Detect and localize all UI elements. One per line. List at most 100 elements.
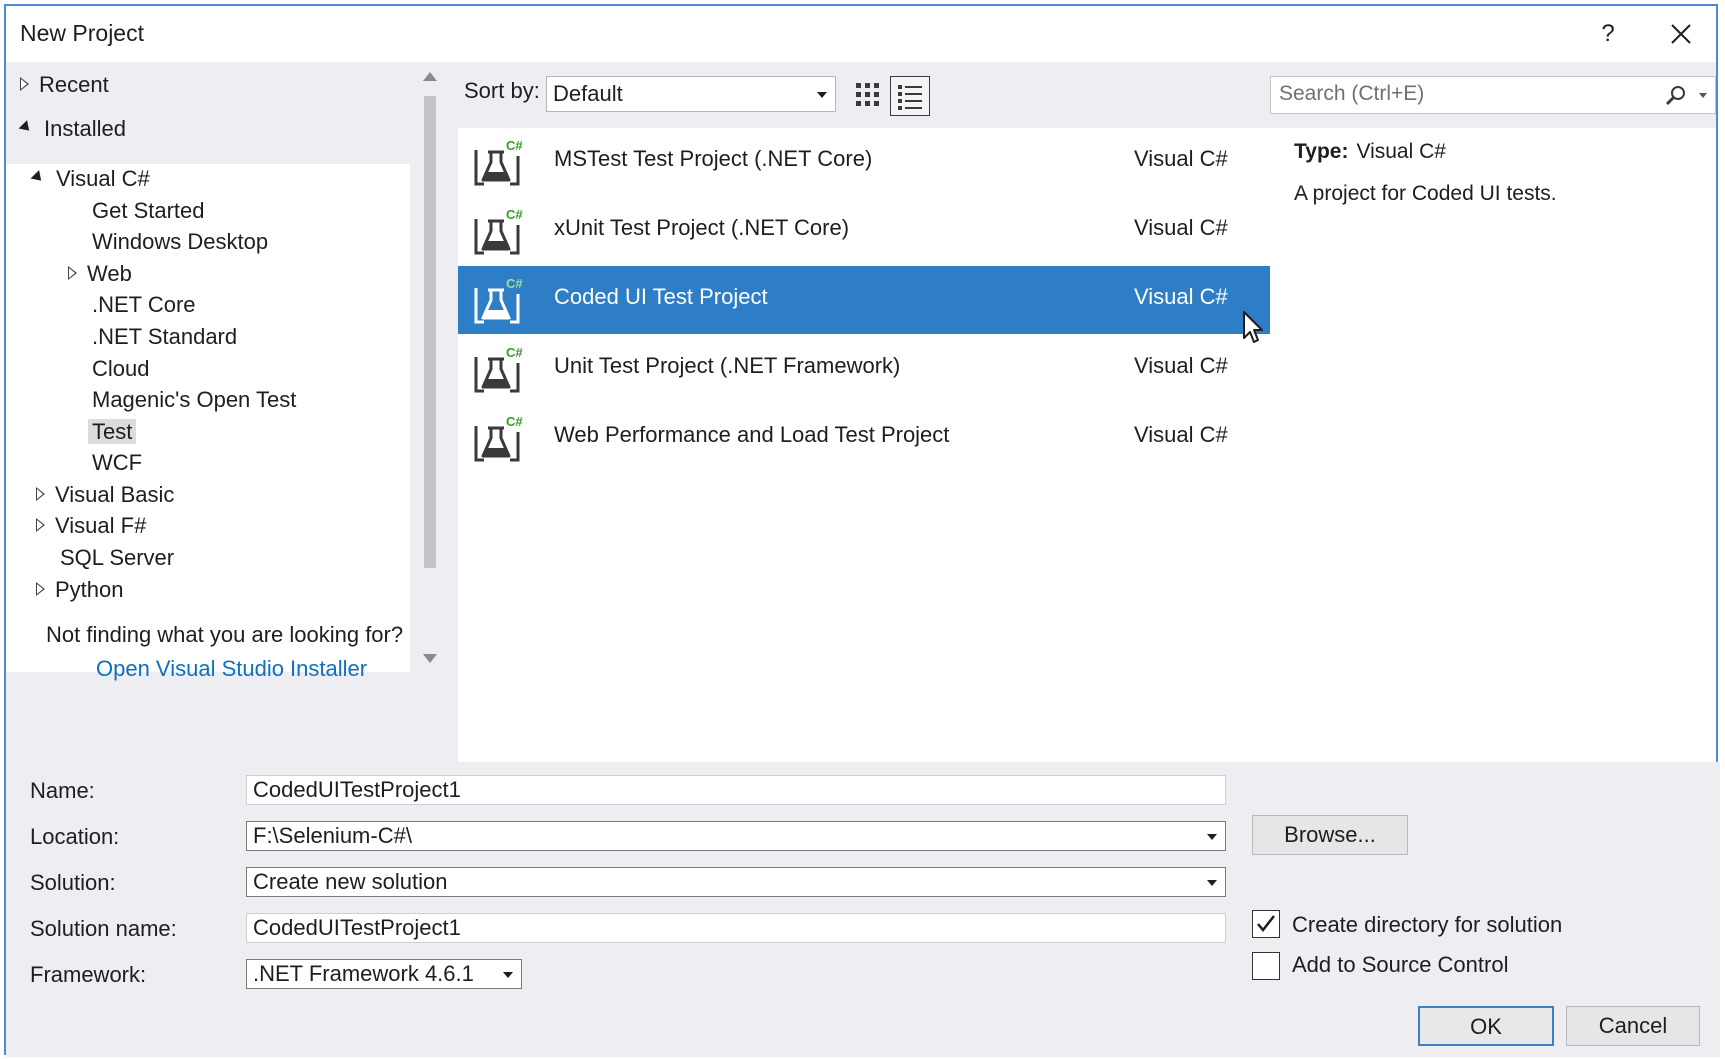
tree-item-label: Web [87,261,132,286]
new-project-dialog: New Project ? Recent Installed Visual C#… [4,4,1720,1057]
template-item[interactable]: C# Coded UI Test Project Visual C# [458,266,1270,334]
open-installer-link[interactable]: Open Visual Studio Installer [96,656,367,682]
search-icon [1665,86,1685,106]
tree-scrollbar[interactable] [418,62,442,672]
dropdown-arrow-icon[interactable] [1207,880,1217,886]
dropdown-arrow-icon[interactable] [503,972,513,978]
tree-item-installed[interactable]: Installed [18,114,126,144]
grid-view-button[interactable] [854,80,882,110]
not-finding-text: Not finding what you are looking for? [46,622,404,647]
tree-item-label: Visual C# [56,166,150,191]
tree-item-label: SQL Server [60,545,175,570]
ok-button[interactable]: OK [1418,1006,1554,1046]
search-placeholder: Search (Ctrl+E) [1279,82,1425,105]
search-options-arrow-icon[interactable] [1699,93,1707,98]
framework-dropdown[interactable]: .NET Framework 4.6.1 [246,959,522,989]
expand-arrow-icon[interactable] [68,266,77,281]
template-language: Visual C# [1134,146,1228,171]
list-view-button[interactable] [890,76,930,116]
collapse-arrow-icon[interactable] [18,119,34,135]
create-directory-label[interactable]: Create directory for solution [1292,912,1562,938]
source-control-label[interactable]: Add to Source Control [1292,952,1508,978]
type-label: Type: [1294,140,1349,163]
close-button[interactable] [1661,14,1701,54]
template-item[interactable]: C# xUnit Test Project (.NET Core) Visual C… [458,197,1270,265]
template-name: Web Performance and Load Test Project [554,422,950,447]
solution-dropdown[interactable]: Create new solution [246,867,1226,897]
solution-value: Create new solution [253,869,448,894]
location-combobox[interactable]: F:\Selenium-C#\ [246,821,1226,851]
cancel-button[interactable]: Cancel [1566,1006,1700,1046]
tree-item-visual-basic[interactable]: Visual Basic [36,480,174,510]
test-flask-icon: C# [474,138,523,186]
collapse-arrow-icon[interactable] [30,169,46,185]
tree-item-magenics-open-test[interactable]: Magenic's Open Test [92,385,296,415]
grid-view-icon [856,83,879,106]
dropdown-arrow-icon[interactable] [1207,834,1217,840]
expand-arrow-icon[interactable] [36,487,45,502]
test-flask-icon: C# [474,276,523,324]
tree-item-windows-desktop[interactable]: Windows Desktop [92,227,268,257]
scroll-up-arrow-icon[interactable] [423,72,437,81]
template-name: Coded UI Test Project [554,284,768,309]
template-name: Unit Test Project (.NET Framework) [554,353,901,378]
browse-button[interactable]: Browse... [1252,815,1408,855]
tree-item-cloud[interactable]: Cloud [92,354,149,384]
tree-item-label: Visual Basic [55,482,175,507]
source-control-checkbox[interactable] [1252,952,1280,980]
template-details-panel: Type: Visual C# A project for Coded UI te… [1270,128,1716,762]
tree-item-sql-server[interactable]: SQL Server [60,543,174,573]
expand-arrow-icon[interactable] [36,582,45,597]
tree-item-label: Installed [44,116,126,141]
sort-by-label: Sort by: [464,78,540,103]
tree-item-label: WCF [92,450,143,475]
template-name: xUnit Test Project (.NET Core) [554,215,850,240]
tree-item-visual-fsharp[interactable]: Visual F# [36,511,146,541]
location-label: Location: [30,824,120,849]
csharp-badge: C# [506,414,523,429]
expand-arrow-icon[interactable] [36,518,45,533]
test-flask-icon: C# [474,207,523,255]
template-name: MSTest Test Project (.NET Core) [554,146,873,171]
tree-item-visual-csharp[interactable]: Visual C# [30,164,150,194]
template-language: Visual C# [1134,284,1228,309]
tree-item-get-started[interactable]: Get Started [92,196,205,226]
tree-item-recent[interactable]: Recent [20,70,109,100]
tree-item-label: Get Started [92,198,205,223]
name-input[interactable]: CodedUITestProject1 [246,775,1226,805]
tree-item-net-core[interactable]: .NET Core [92,290,196,320]
type-value: Visual C# [1356,140,1446,163]
scroll-thumb[interactable] [424,96,436,568]
tree-top: Recent Installed [6,62,410,164]
template-language: Visual C# [1134,215,1228,240]
test-flask-icon: C# [474,345,523,393]
solution-name-label: Solution name: [30,916,177,941]
checkmark-icon [1257,915,1275,932]
tree-item-net-standard[interactable]: .NET Standard [92,322,237,352]
help-button[interactable]: ? [1588,14,1628,54]
list-view-icon [898,85,922,110]
tree-item-label: Test [88,419,137,444]
dialog-title: New Project [20,20,144,46]
template-item[interactable]: C# Web Performance and Load Test Project V… [458,404,1270,472]
tree-item-python[interactable]: Python [36,575,124,605]
tree-item-web[interactable]: Web [68,259,132,289]
tree-body: Visual C# Get Started Windows Desktop We… [6,164,410,672]
tree-item-label: .NET Core [92,292,196,317]
expand-arrow-icon[interactable] [20,77,29,92]
template-item[interactable]: C# MSTest Test Project (.NET Core) Visual … [458,128,1270,196]
location-value: F:\Selenium-C#\ [253,823,412,848]
tree-item-wcf[interactable]: WCF [92,448,142,478]
sort-by-dropdown[interactable]: Default [546,76,836,112]
template-list: C# MSTest Test Project (.NET Core) Visual … [458,128,1270,762]
template-item[interactable]: C# Unit Test Project (.NET Framework) Visu… [458,335,1270,403]
name-label: Name: [30,778,95,803]
create-directory-checkbox[interactable] [1252,910,1280,938]
close-icon [1671,24,1691,44]
solution-name-input[interactable]: CodedUITestProject1 [246,913,1226,943]
search-box[interactable]: Search (Ctrl+E) [1270,76,1716,114]
scroll-down-arrow-icon[interactable] [423,654,437,663]
tree-item-label: Visual F# [55,513,147,538]
framework-value: .NET Framework 4.6.1 [253,961,474,986]
tree-item-test[interactable]: Test [88,417,137,447]
